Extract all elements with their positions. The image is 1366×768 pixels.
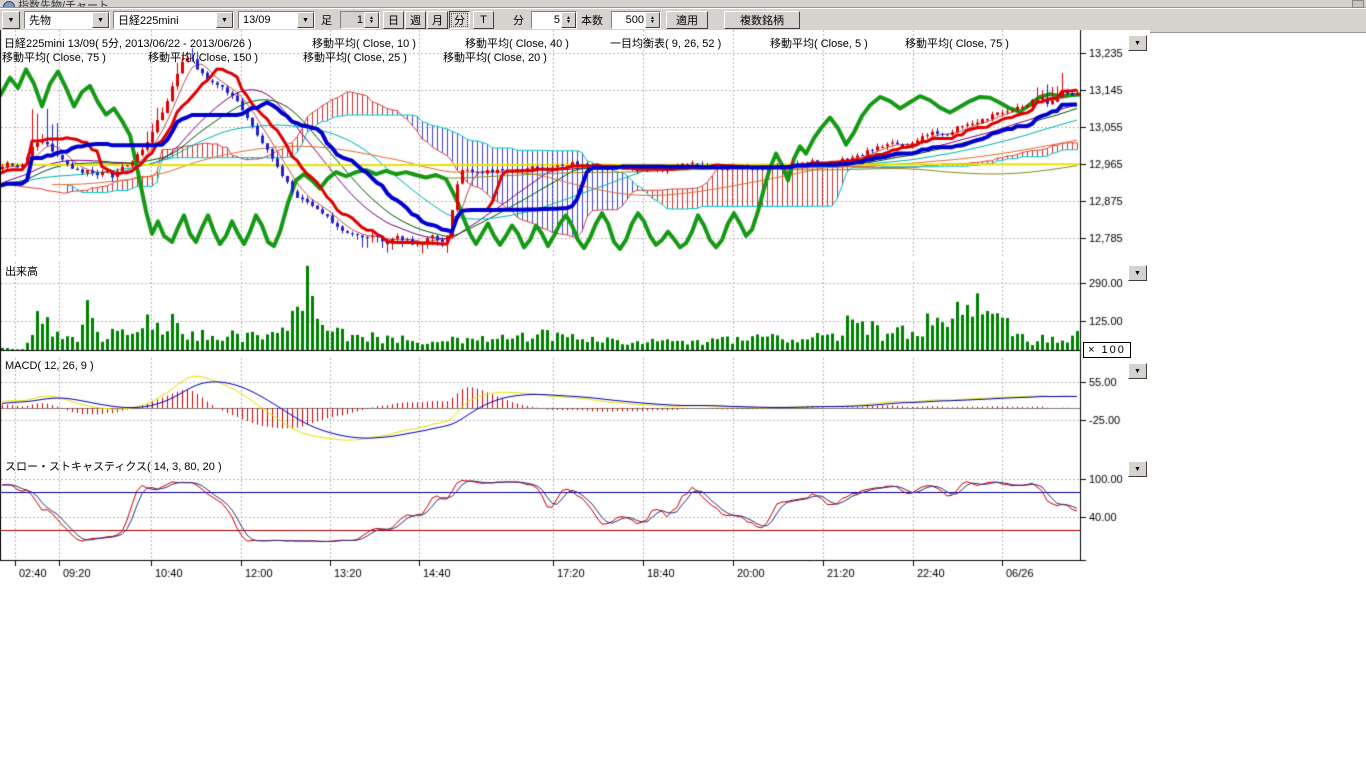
minute-value: 5 (532, 14, 561, 26)
minute-spinner[interactable]: 5 ▲▼ (531, 11, 577, 29)
spinner-icon[interactable]: ▲▼ (364, 12, 379, 28)
chevron-down-icon: ▼ (1134, 368, 1141, 375)
symbol-value: 日経225mini (118, 12, 179, 28)
category-value: 先物 (29, 12, 51, 28)
bar-label: 足 (321, 11, 332, 29)
count-label: 本数 (581, 11, 603, 29)
monthly-button[interactable]: 月 (427, 11, 448, 29)
window-menu-button[interactable]: ▼ (2, 11, 20, 29)
app-icon (3, 1, 15, 8)
bar-count-spinner[interactable]: 500 ▲▼ (611, 11, 661, 29)
apply-button[interactable]: 適用 (666, 11, 708, 29)
legend-item: 移動平均( Close, 5 ) (770, 35, 868, 51)
chevron-down-icon: ▼ (1134, 466, 1141, 473)
window-corner-button[interactable] (1352, 0, 1364, 8)
chevron-down-icon[interactable]: ▼ (92, 12, 109, 28)
legend-item: 移動平均( Close, 25 ) (303, 49, 407, 65)
count-value: 500 (612, 14, 645, 26)
main-pane-dropdown-button[interactable]: ▼ (1128, 35, 1147, 51)
spinner-icon[interactable]: ▲▼ (645, 12, 660, 28)
symbol-select[interactable]: 日経225mini ▼ (113, 11, 234, 29)
chevron-down-icon: ▼ (1134, 40, 1141, 47)
contract-value: 13/09 (243, 14, 271, 26)
minute-label: 分 (513, 11, 524, 29)
volume-multiplier-badge: × 100 (1083, 342, 1131, 358)
category-select[interactable]: 先物 ▼ (24, 11, 110, 29)
bar-interval-spinner[interactable]: 1 ▲▼ (340, 11, 380, 29)
stoch-pane-title: スロー・ストキャスティクス( 14, 3, 80, 20 ) (5, 458, 222, 474)
macd-pane-dropdown-button[interactable]: ▼ (1128, 363, 1147, 379)
legend-item: 移動平均( Close, 20 ) (443, 49, 547, 65)
window-title: 指数先物/チャート (18, 0, 109, 8)
chart-canvas[interactable] (0, 30, 1150, 586)
macd-pane-title: MACD( 12, 26, 9 ) (5, 360, 94, 372)
daily-button[interactable]: 日 (383, 11, 404, 29)
window-titlebar: 指数先物/チャート (0, 0, 1366, 8)
interval-value: 1 (341, 14, 364, 26)
minute-button[interactable]: 分 (449, 11, 470, 29)
volume-pane-title: 出来高 (5, 263, 38, 279)
legend-item: 一目均衡表( 9, 26, 52 ) (610, 35, 721, 51)
chevron-down-icon: ▼ (1134, 270, 1141, 277)
chevron-down-icon[interactable]: ▼ (297, 12, 314, 28)
legend-item: 移動平均( Close, 75 ) (2, 49, 106, 65)
chevron-down-icon[interactable]: ▼ (216, 12, 233, 28)
spinner-icon[interactable]: ▲▼ (561, 12, 576, 28)
weekly-button[interactable]: 週 (405, 11, 426, 29)
legend-item: 移動平均( Close, 150 ) (148, 49, 258, 65)
volume-pane-dropdown-button[interactable]: ▼ (1128, 265, 1147, 281)
multi-symbol-button[interactable]: 複数銘柄 (724, 11, 800, 29)
chevron-down-icon: ▼ (8, 17, 15, 24)
contract-month-select[interactable]: 13/09 ▼ (238, 11, 315, 29)
tick-button[interactable]: T (473, 11, 494, 29)
legend-item: 移動平均( Close, 75 ) (905, 35, 1009, 51)
stoch-pane-dropdown-button[interactable]: ▼ (1128, 461, 1147, 477)
